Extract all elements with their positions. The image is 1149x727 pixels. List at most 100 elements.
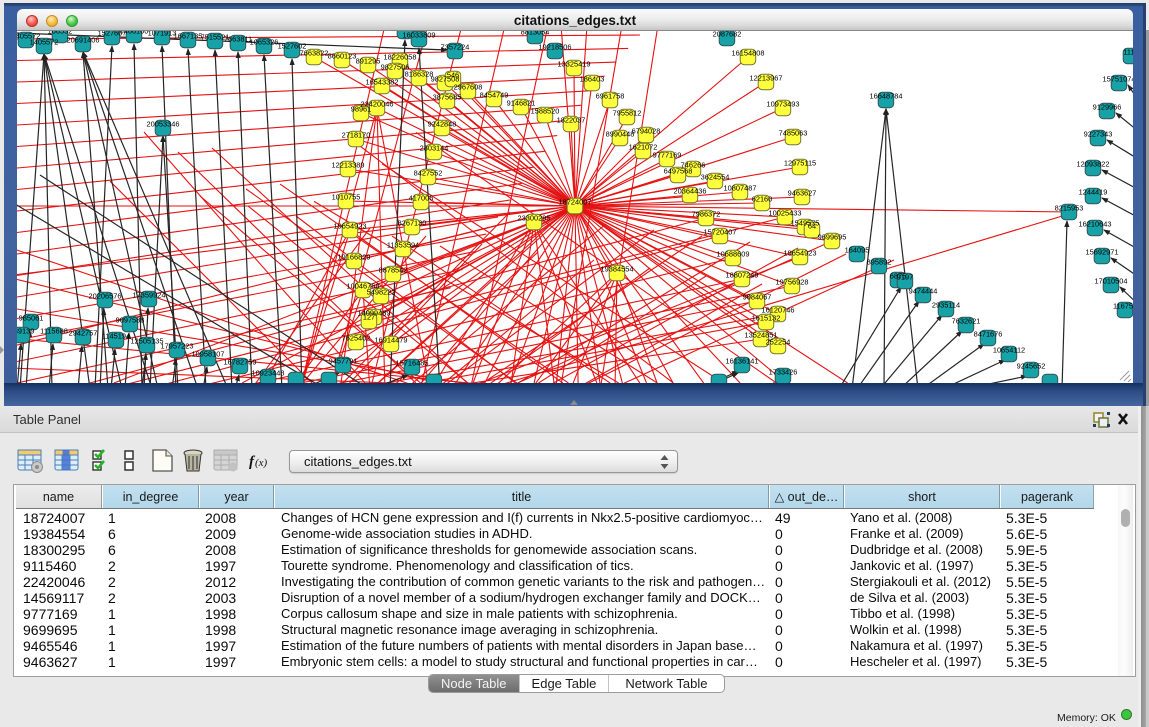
svg-text:19654923: 19654923 xyxy=(334,222,367,231)
svg-text:1822037: 1822037 xyxy=(557,116,586,125)
svg-text:186403: 186403 xyxy=(580,75,605,84)
svg-text:1244419: 1244419 xyxy=(1079,188,1108,197)
svg-text:20364436: 20364436 xyxy=(674,187,707,196)
svg-text:1065326: 1065326 xyxy=(250,38,279,47)
svg-text:8660123: 8660123 xyxy=(328,52,357,61)
svg-text:7663811: 7663811 xyxy=(224,35,252,44)
svg-text:18807249: 18807249 xyxy=(726,271,759,280)
svg-text:895892: 895892 xyxy=(867,258,892,267)
svg-text:3624554: 3624554 xyxy=(701,173,730,182)
svg-text:62160: 62160 xyxy=(752,195,773,204)
svg-text:18724007: 18724007 xyxy=(559,198,592,207)
svg-text:1071913: 1071913 xyxy=(148,31,177,38)
svg-text:9227343: 9227343 xyxy=(1084,130,1113,139)
svg-text:16914479: 16914479 xyxy=(375,336,408,345)
svg-text:2942757: 2942757 xyxy=(69,329,98,338)
svg-text:16033809: 16033809 xyxy=(403,31,436,40)
svg-text:12213967: 12213967 xyxy=(750,74,783,83)
svg-text:7955812: 7955812 xyxy=(613,109,642,118)
svg-text:12505135: 12505135 xyxy=(131,337,164,346)
svg-text:9699695: 9699695 xyxy=(818,233,847,242)
svg-text:19166829: 19166829 xyxy=(338,253,371,262)
svg-text:6961758: 6961758 xyxy=(596,92,625,101)
svg-text:891295: 891295 xyxy=(356,57,381,66)
svg-text:9463627: 9463627 xyxy=(788,189,817,198)
svg-text:18226058: 18226058 xyxy=(384,53,417,62)
svg-text:8427552: 8427552 xyxy=(414,169,443,178)
svg-text:16136141: 16136141 xyxy=(726,357,759,366)
svg-text:7485063: 7485063 xyxy=(779,129,808,138)
svg-text:10958107: 10958107 xyxy=(192,350,225,359)
svg-text:10973493: 10973493 xyxy=(767,100,800,109)
svg-text:1667135: 1667135 xyxy=(174,32,203,41)
svg-text:9097588: 9097588 xyxy=(116,316,145,325)
svg-text:252254: 252254 xyxy=(766,338,791,347)
svg-text:9474444: 9474444 xyxy=(909,287,938,296)
svg-text:10654112: 10654112 xyxy=(993,346,1025,355)
svg-text:7663822: 7663822 xyxy=(300,49,329,58)
svg-text:985061: 985061 xyxy=(19,314,44,323)
svg-text:2967608: 2967608 xyxy=(454,83,483,92)
svg-text:1615132: 1615132 xyxy=(752,314,781,323)
svg-text:10688609: 10688609 xyxy=(717,250,750,259)
svg-text:546: 546 xyxy=(447,71,459,80)
svg-text:8186328: 8186328 xyxy=(405,70,434,79)
svg-text:7625402: 7625402 xyxy=(342,334,371,343)
svg-text:17359924: 17359924 xyxy=(133,291,166,300)
svg-text:16154808: 16154808 xyxy=(732,49,765,58)
svg-text:9242848: 9242848 xyxy=(428,120,457,129)
svg-text:6794028: 6794028 xyxy=(632,127,661,136)
svg-text:1145194: 1145194 xyxy=(102,332,130,341)
svg-text:15751074: 15751074 xyxy=(1103,75,1133,84)
svg-text:10807487: 10807487 xyxy=(724,184,757,193)
svg-text:12975115: 12975115 xyxy=(784,159,816,168)
svg-text:12093822: 12093822 xyxy=(1077,160,1110,169)
svg-text:7357224: 7357224 xyxy=(441,43,470,52)
svg-text:2087682: 2087682 xyxy=(713,31,742,39)
svg-text:16782759: 16782759 xyxy=(224,358,257,367)
svg-text:8267130: 8267130 xyxy=(398,219,427,228)
svg-text:10025433: 10025433 xyxy=(769,209,802,218)
svg-text:16648784: 16648784 xyxy=(870,92,903,101)
svg-text:19756928: 19756928 xyxy=(776,278,809,287)
svg-text:6497568: 6497568 xyxy=(664,167,693,176)
svg-text:8813054: 8813054 xyxy=(521,31,550,37)
svg-text:2935114: 2935114 xyxy=(932,301,960,310)
svg-text:6466160: 6466160 xyxy=(120,31,149,36)
svg-text:8215953: 8215953 xyxy=(1055,204,1084,213)
svg-text:939139: 939139 xyxy=(17,327,34,336)
svg-text:8471676: 8471676 xyxy=(974,330,1003,339)
svg-text:5498222: 5498222 xyxy=(367,288,396,297)
svg-text:17010504: 17010504 xyxy=(1095,277,1128,286)
svg-text:19654923: 19654923 xyxy=(784,249,817,258)
svg-text:9129966: 9129966 xyxy=(1093,103,1122,112)
svg-text:9084067: 9084067 xyxy=(743,293,772,302)
svg-text:11353594: 11353594 xyxy=(387,241,419,250)
svg-text:15720407: 15720407 xyxy=(704,228,737,237)
svg-text:23300295: 23300295 xyxy=(518,214,551,223)
svg-text:2803144: 2803144 xyxy=(420,144,449,153)
svg-text:15716485: 15716485 xyxy=(396,359,429,368)
svg-text:1588520: 1588520 xyxy=(531,107,560,116)
svg-text:1010755: 1010755 xyxy=(332,193,361,202)
svg-text:9245652: 9245652 xyxy=(1017,362,1046,371)
svg-text:20691406: 20691406 xyxy=(67,36,100,45)
svg-text:98961: 98961 xyxy=(351,105,372,114)
svg-text:417006: 417006 xyxy=(409,194,434,203)
svg-text:8990448: 8990448 xyxy=(606,130,635,139)
svg-text:(x): (x) xyxy=(255,457,268,469)
svg-text:7986372: 7986372 xyxy=(692,210,721,219)
svg-text:20206576: 20206576 xyxy=(89,292,122,301)
svg-text:20053346: 20053346 xyxy=(147,120,180,129)
svg-text:16543382: 16543382 xyxy=(366,78,399,87)
svg-text:127: 127 xyxy=(363,313,375,322)
svg-text:9457791: 9457791 xyxy=(329,357,358,366)
svg-text:9197: 9197 xyxy=(897,273,913,282)
svg-text:1733426: 1733426 xyxy=(769,368,798,377)
svg-text:9777169: 9777169 xyxy=(653,151,682,160)
svg-text:7632621: 7632621 xyxy=(952,317,981,326)
svg-text:8878542: 8878542 xyxy=(379,266,408,275)
svg-text:8454749: 8454749 xyxy=(480,91,509,100)
svg-text:15692971: 15692971 xyxy=(1086,248,1119,257)
svg-text:164095: 164095 xyxy=(845,246,870,255)
